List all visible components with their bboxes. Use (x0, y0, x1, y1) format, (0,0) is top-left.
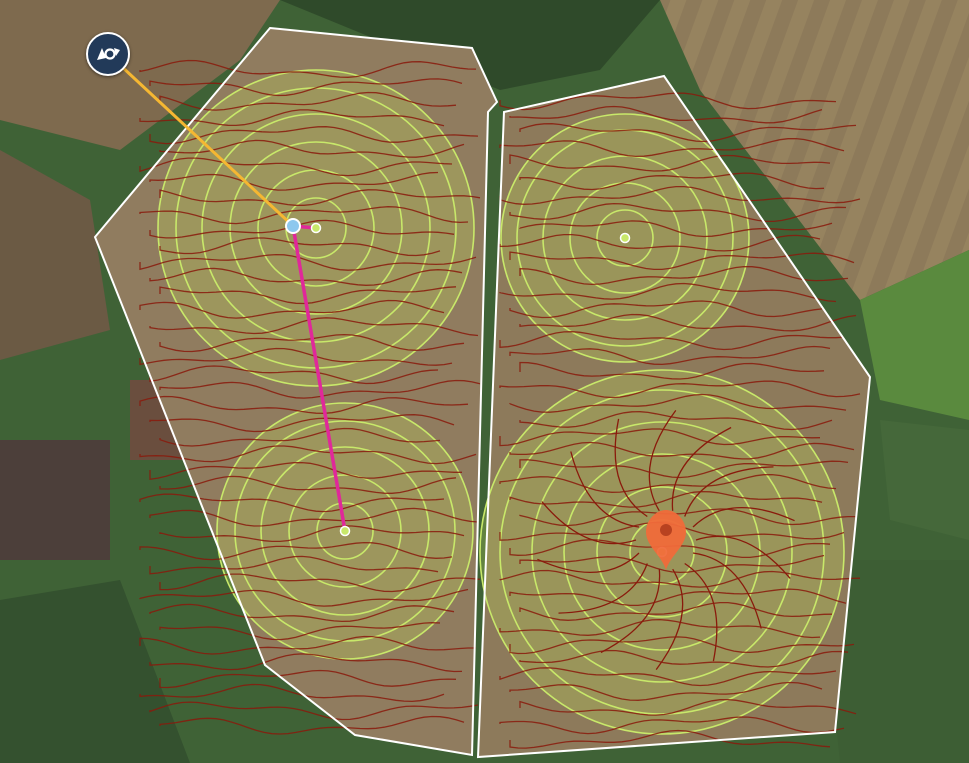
base-station-marker[interactable] (285, 218, 301, 234)
satellite-map[interactable] (0, 0, 969, 763)
camera-rotate-icon (97, 48, 120, 60)
map-view[interactable] (0, 0, 969, 763)
sprinkler-center-nw[interactable] (310, 222, 322, 234)
sprinkler-center-sw[interactable] (339, 525, 351, 537)
camera-rotate-button[interactable] (86, 32, 130, 76)
sprinkler-center-ne[interactable] (619, 232, 631, 244)
